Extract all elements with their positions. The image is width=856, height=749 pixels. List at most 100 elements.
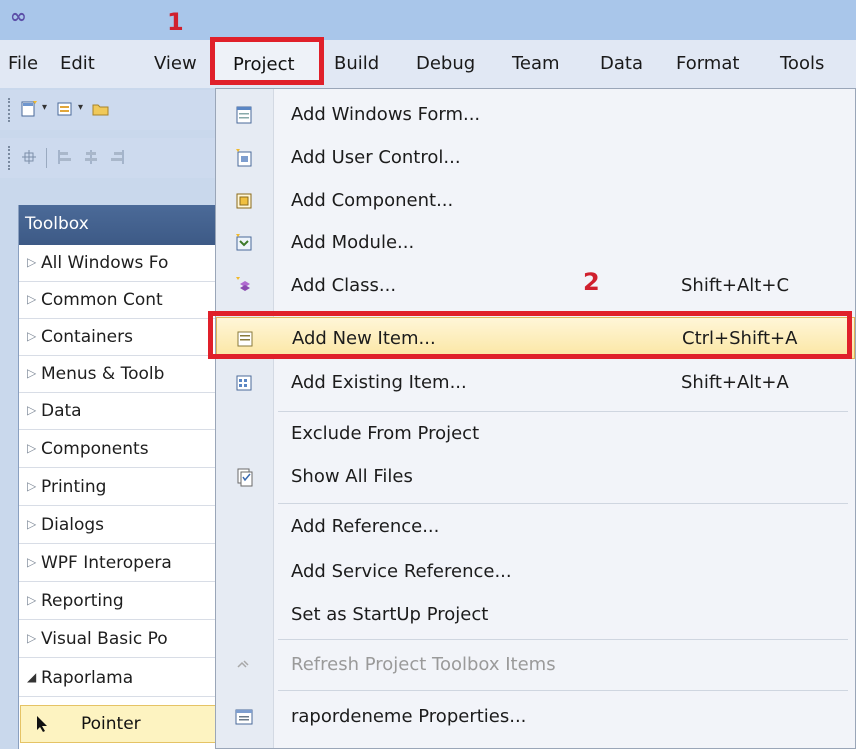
menu-file[interactable]: File: [8, 53, 38, 74]
menu-item-label: Add Module...: [291, 232, 415, 253]
align-lefts-icon[interactable]: [56, 148, 74, 166]
menu-debug[interactable]: Debug: [416, 53, 475, 74]
expand-arrow-icon: ▷: [27, 292, 37, 306]
menu-build[interactable]: Build: [334, 53, 379, 74]
menu-item-label: Exclude From Project: [291, 423, 480, 444]
menu-item-project-properties[interactable]: rapordeneme Properties...: [216, 697, 855, 737]
toolbar-grip[interactable]: [8, 146, 12, 170]
properties-icon: [235, 709, 253, 725]
menu-item-add-existing-item[interactable]: Add Existing Item... Shift+Alt+A: [216, 363, 855, 403]
menu-item-add-component[interactable]: Add Component...: [216, 181, 855, 221]
menu-item-label: Add User Control...: [291, 147, 461, 168]
menu-item-set-as-startup-project[interactable]: Set as StartUp Project: [216, 595, 855, 635]
toolbox-category[interactable]: ▷ All Windows Fo: [19, 245, 221, 282]
dropdown-arrow-icon[interactable]: ▾: [78, 102, 83, 113]
toolbox-item-pointer[interactable]: Pointer: [20, 705, 220, 743]
annotation-step-2: 2: [583, 268, 600, 296]
toolbox-category-label: Dialogs: [41, 515, 105, 535]
menu-separator: [278, 411, 848, 412]
toolbox-category[interactable]: ▷ Menus & Toolb: [19, 356, 221, 393]
toolbox-category-label: Data: [41, 401, 82, 421]
expand-arrow-icon: ▷: [27, 631, 37, 645]
menu-bar: File Edit View Build Debug Team Data For…: [0, 40, 856, 88]
menu-item-add-new-item[interactable]: Add New Item... Ctrl+Shift+A: [216, 317, 855, 359]
menu-project[interactable]: Project: [210, 37, 324, 85]
user-control-icon: [236, 149, 252, 167]
menu-view[interactable]: View: [154, 53, 206, 74]
expand-arrow-icon: ▷: [27, 441, 37, 455]
menu-item-exclude-from-project[interactable]: Exclude From Project: [216, 414, 855, 454]
toolbox-category[interactable]: ▷ Containers: [19, 319, 221, 356]
expand-arrow-icon: ▷: [27, 479, 37, 493]
expand-arrow-icon: ▷: [27, 517, 37, 531]
module-icon: [236, 234, 252, 251]
menu-item-add-service-reference[interactable]: Add Service Reference...: [216, 552, 855, 592]
dropdown-arrow-icon[interactable]: ▾: [42, 102, 47, 113]
menu-item-add-user-control[interactable]: Add User Control...: [216, 138, 855, 178]
menu-item-label: rapordeneme Properties...: [291, 706, 527, 727]
menu-team[interactable]: Team: [512, 53, 560, 74]
toolbox-category[interactable]: ▷ Components: [19, 431, 221, 468]
menu-item-add-module[interactable]: Add Module...: [216, 223, 855, 263]
align-to-grid-icon[interactable]: [20, 148, 38, 166]
toolbox-category[interactable]: ▷ Dialogs: [19, 507, 221, 544]
menu-separator: [278, 639, 848, 640]
toolbox-category-label: Components: [41, 439, 149, 459]
align-centers-icon[interactable]: [82, 148, 100, 166]
toolbox-category[interactable]: ▷ Printing: [19, 469, 221, 506]
title-bar: ∞: [0, 0, 856, 40]
menu-item-add-class[interactable]: Add Class... Shift+Alt+C: [216, 266, 855, 306]
layout-toolbar: [0, 138, 220, 178]
menu-item-shortcut: Ctrl+Shift+A: [682, 328, 798, 349]
expand-arrow-icon: ▷: [27, 555, 37, 569]
menu-item-add-windows-form[interactable]: Add Windows Form...: [216, 95, 855, 135]
add-item-icon[interactable]: [56, 100, 74, 118]
menu-item-label: Add Component...: [291, 190, 454, 211]
toolbox-category-expanded[interactable]: ◢ Raporlama: [19, 660, 221, 697]
toolbar-separator: [46, 148, 47, 168]
menu-item-label: Add Service Reference...: [291, 561, 512, 582]
standard-toolbar: ▾ ▾: [0, 90, 220, 130]
menu-format[interactable]: Format: [676, 53, 739, 74]
windows-form-icon: [236, 106, 252, 124]
toolbar-grip[interactable]: [8, 98, 12, 122]
align-rights-icon[interactable]: [108, 148, 126, 166]
menu-project-label: Project: [233, 54, 295, 75]
menu-tools[interactable]: Tools: [780, 53, 824, 74]
expand-arrow-icon: ▷: [27, 593, 37, 607]
toolbox-category[interactable]: ▷ Visual Basic Po: [19, 621, 221, 658]
collapse-arrow-icon: ◢: [27, 670, 37, 684]
menu-item-label: Add Reference...: [291, 516, 440, 537]
menu-data[interactable]: Data: [600, 53, 643, 74]
expand-arrow-icon: ▷: [27, 403, 37, 417]
toolbox-category[interactable]: ▷ Reporting: [19, 583, 221, 620]
toolbox-category[interactable]: ▷ WPF Interopera: [19, 545, 221, 582]
toolbox-category[interactable]: ▷ Common Cont: [19, 282, 221, 319]
pointer-label: Pointer: [81, 714, 141, 734]
new-project-icon[interactable]: [20, 100, 38, 118]
expand-arrow-icon: ▷: [27, 329, 37, 343]
toolbox-title: Toolbox: [25, 214, 89, 234]
toolbox-category-label: Printing: [41, 477, 107, 497]
menu-item-add-reference[interactable]: Add Reference...: [216, 507, 855, 547]
toolbox-category-label: Menus & Toolb: [41, 364, 165, 384]
toolbox-category-label: Raporlama: [41, 668, 134, 688]
toolbox-category-label: Visual Basic Po: [41, 629, 168, 649]
pointer-arrow-icon: [37, 716, 47, 732]
menu-edit[interactable]: Edit: [60, 53, 95, 74]
expand-arrow-icon: ▷: [27, 366, 37, 380]
open-folder-icon[interactable]: [92, 100, 110, 118]
expand-arrow-icon: ▷: [27, 255, 37, 269]
menu-item-label: Refresh Project Toolbox Items: [291, 654, 556, 675]
toolbox-category-label: WPF Interopera: [41, 553, 172, 573]
show-all-files-icon: [237, 468, 253, 487]
menu-item-shortcut: Shift+Alt+C: [681, 275, 790, 296]
menu-item-label: Add New Item...: [292, 328, 436, 349]
toolbox-category-label: Reporting: [41, 591, 124, 611]
toolbox-header[interactable]: Toolbox: [19, 205, 221, 245]
refresh-icon: [237, 660, 249, 668]
menu-item-label: Set as StartUp Project: [291, 604, 489, 625]
menu-item-label: Add Existing Item...: [291, 372, 467, 393]
toolbox-category[interactable]: ▷ Data: [19, 393, 221, 430]
menu-item-show-all-files[interactable]: Show All Files: [216, 457, 855, 497]
